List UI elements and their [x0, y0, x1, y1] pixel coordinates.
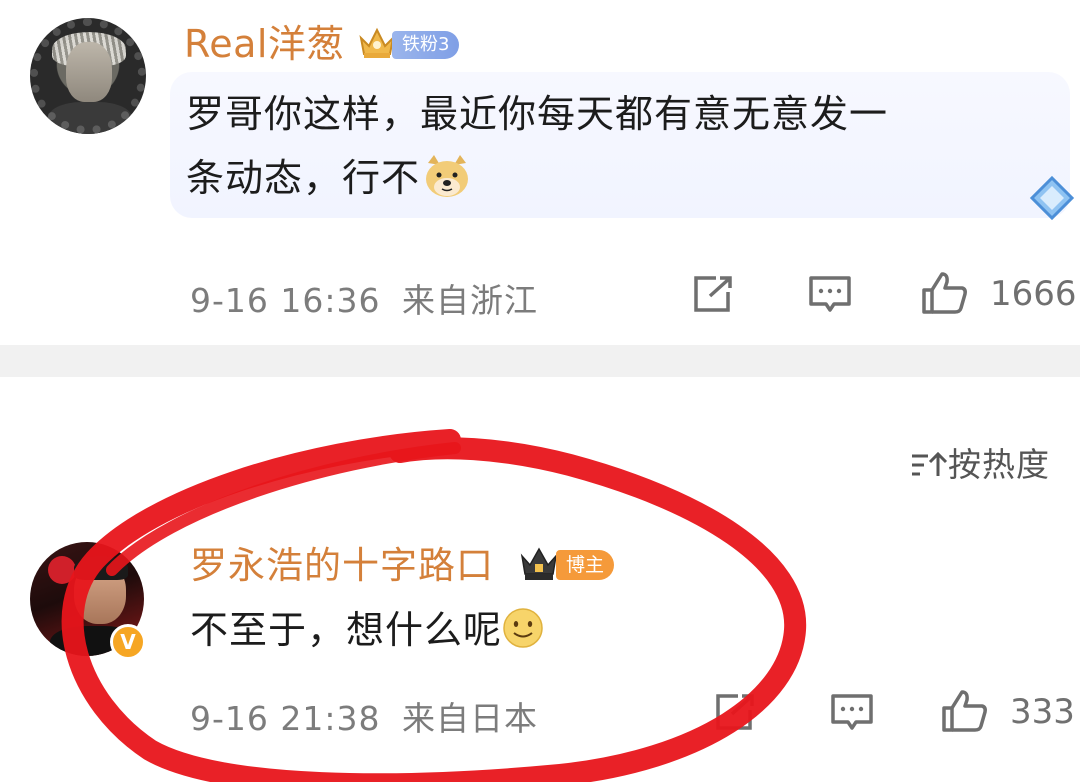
sort-icon — [912, 451, 948, 476]
like-count: 1666 — [990, 274, 1077, 314]
location: 来自日本 — [402, 699, 538, 738]
comment-meta: 9-16 16:36 来自浙江 — [190, 274, 538, 322]
sort-label: 按热度 — [948, 445, 1050, 484]
share-icon[interactable] — [692, 274, 736, 314]
avatar-logo — [48, 556, 76, 584]
comment-text: 罗哥你这样，最近你每天都有意无意发一 条动态，行不 — [186, 82, 1066, 210]
username[interactable]: 罗永浩的十字路口 — [190, 544, 494, 588]
fan-level-badge: 铁粉3 — [392, 31, 460, 59]
like-icon[interactable] — [920, 270, 970, 316]
sort-toggle[interactable]: 按热度 — [910, 438, 1050, 486]
location: 来自浙江 — [402, 281, 538, 320]
comment-meta: 9-16 21:38 来自日本 — [190, 692, 538, 740]
comment-text-line2-text: 条动态，行不 — [186, 156, 421, 200]
diamond-icon — [1029, 175, 1075, 221]
like-count: 333 — [1010, 692, 1075, 732]
doge-emoji-icon — [426, 155, 469, 197]
timestamp: 9-16 21:38 — [190, 699, 381, 738]
comment-text: 不至于，想什么呢 — [190, 600, 544, 660]
username[interactable]: Real洋葱 — [184, 22, 345, 66]
comment-text-line2: 条动态，行不 — [186, 146, 1066, 210]
avatar[interactable] — [30, 18, 146, 134]
comment-text-content: 不至于，想什么呢 — [190, 608, 503, 652]
comment-text-line1: 罗哥你这样，最近你每天都有意无意发一 — [186, 92, 889, 136]
verified-badge: V — [110, 624, 146, 660]
section-divider — [0, 345, 1080, 377]
comment-icon[interactable] — [830, 692, 874, 734]
smile-emoji-icon — [503, 608, 543, 648]
like-icon[interactable] — [940, 688, 990, 734]
avatar-hair — [74, 556, 128, 580]
share-icon[interactable] — [714, 692, 758, 732]
timestamp: 9-16 16:36 — [190, 281, 381, 320]
crown-icon — [520, 547, 558, 580]
avatar-frame — [30, 18, 146, 134]
comment-icon[interactable] — [808, 274, 852, 316]
crown-icon — [359, 27, 395, 58]
host-badge: 博主 — [556, 550, 615, 580]
